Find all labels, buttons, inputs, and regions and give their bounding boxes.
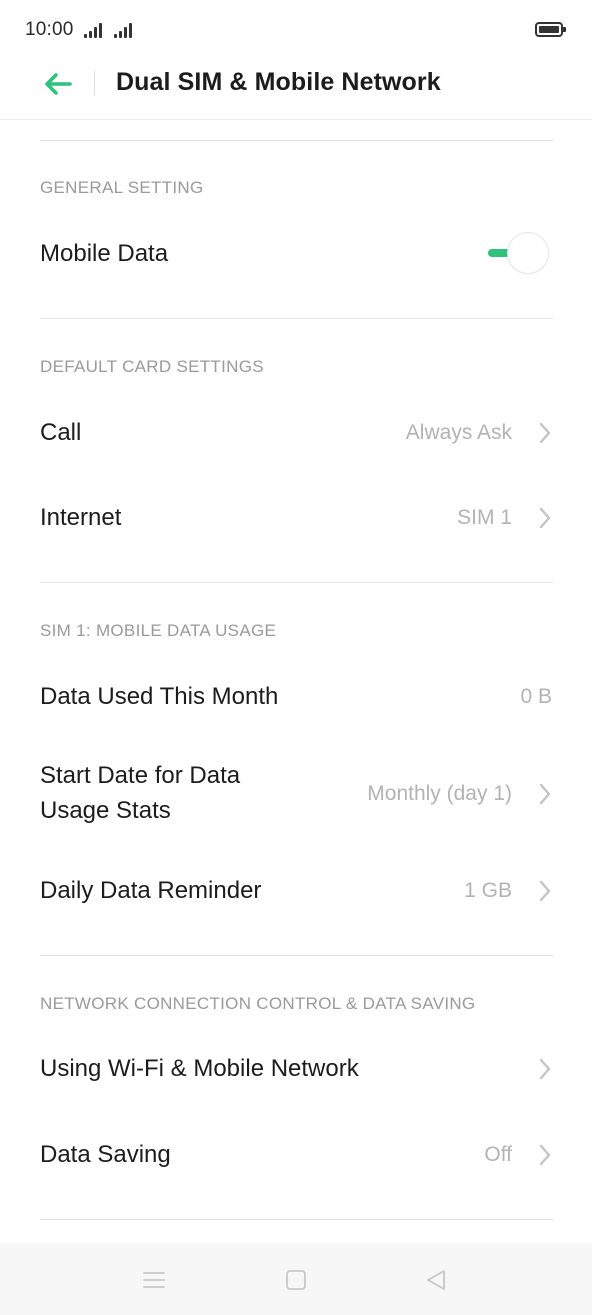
- start-date-label-line2: Usage Stats: [40, 797, 171, 824]
- back-nav-button[interactable]: [419, 1263, 453, 1297]
- toggle-knob: [508, 233, 548, 273]
- mobile-data-toggle[interactable]: [488, 232, 554, 274]
- home-icon: [286, 1270, 306, 1290]
- divider: [40, 955, 553, 956]
- home-button[interactable]: [279, 1263, 313, 1297]
- internet-label: Internet: [40, 504, 122, 531]
- daily-reminder-label: Daily Data Reminder: [40, 877, 262, 904]
- chevron-right-icon: [539, 1058, 551, 1080]
- daily-reminder-value: 1 GB: [464, 879, 512, 902]
- data-used-value: 0 B: [520, 685, 552, 708]
- section-header-general: GENERAL SETTING: [40, 178, 204, 197]
- chevron-right-icon: [539, 783, 551, 805]
- nav-bar: [0, 1243, 592, 1315]
- divider: [40, 1219, 553, 1220]
- start-date-label-line1: Start Date for Data: [40, 762, 241, 789]
- start-date-row[interactable]: Start Date for Data Usage Stats Monthly …: [0, 758, 592, 830]
- divider: [40, 140, 553, 141]
- chevron-right-icon: [539, 422, 551, 444]
- data-saving-label: Data Saving: [40, 1141, 171, 1168]
- chevron-right-icon: [539, 507, 551, 529]
- signal-sim2-icon: [114, 22, 138, 38]
- internet-value: SIM 1: [457, 506, 512, 529]
- back-triangle-icon: [427, 1270, 445, 1290]
- menu-button[interactable]: [137, 1263, 171, 1297]
- section-header-network-control: NETWORK CONNECTION CONTROL & DATA SAVING: [40, 994, 476, 1013]
- menu-icon: [143, 1272, 165, 1288]
- wifi-mobile-label: Using Wi-Fi & Mobile Network: [40, 1055, 359, 1082]
- arrow-left-icon: [45, 73, 72, 95]
- call-row[interactable]: Call Always Ask: [0, 405, 592, 461]
- section-header-data-usage: SIM 1: MOBILE DATA USAGE: [40, 621, 277, 640]
- chevron-right-icon: [539, 1144, 551, 1166]
- mobile-data-label: Mobile Data: [40, 240, 169, 267]
- status-time: 10:00: [25, 19, 74, 40]
- page-title: Dual SIM & Mobile Network: [116, 68, 441, 96]
- data-used-label: Data Used This Month: [40, 683, 279, 710]
- battery-icon: [535, 22, 566, 37]
- internet-row[interactable]: Internet SIM 1: [0, 490, 592, 546]
- daily-reminder-row[interactable]: Daily Data Reminder 1 GB: [0, 863, 592, 919]
- header-divider: [94, 71, 95, 95]
- divider: [40, 582, 553, 583]
- app-header: Dual SIM & Mobile Network: [0, 58, 592, 120]
- status-bar: 10:00: [0, 0, 592, 58]
- divider: [40, 318, 553, 319]
- start-date-value: Monthly (day 1): [367, 782, 512, 805]
- wifi-mobile-row[interactable]: Using Wi-Fi & Mobile Network: [0, 1041, 592, 1097]
- back-button[interactable]: [40, 66, 76, 102]
- signal-sim1-icon: [84, 22, 108, 38]
- section-header-default-card: DEFAULT CARD SETTINGS: [40, 357, 264, 376]
- chevron-right-icon: [539, 880, 551, 902]
- call-label: Call: [40, 419, 82, 446]
- screen: 10:00 Dual SIM & Mobile Network GENERAL …: [0, 0, 592, 1315]
- data-used-row: Data Used This Month 0 B: [0, 669, 592, 725]
- call-value: Always Ask: [405, 421, 512, 444]
- data-saving-row[interactable]: Data Saving Off: [0, 1127, 592, 1183]
- data-saving-value: Off: [484, 1143, 512, 1166]
